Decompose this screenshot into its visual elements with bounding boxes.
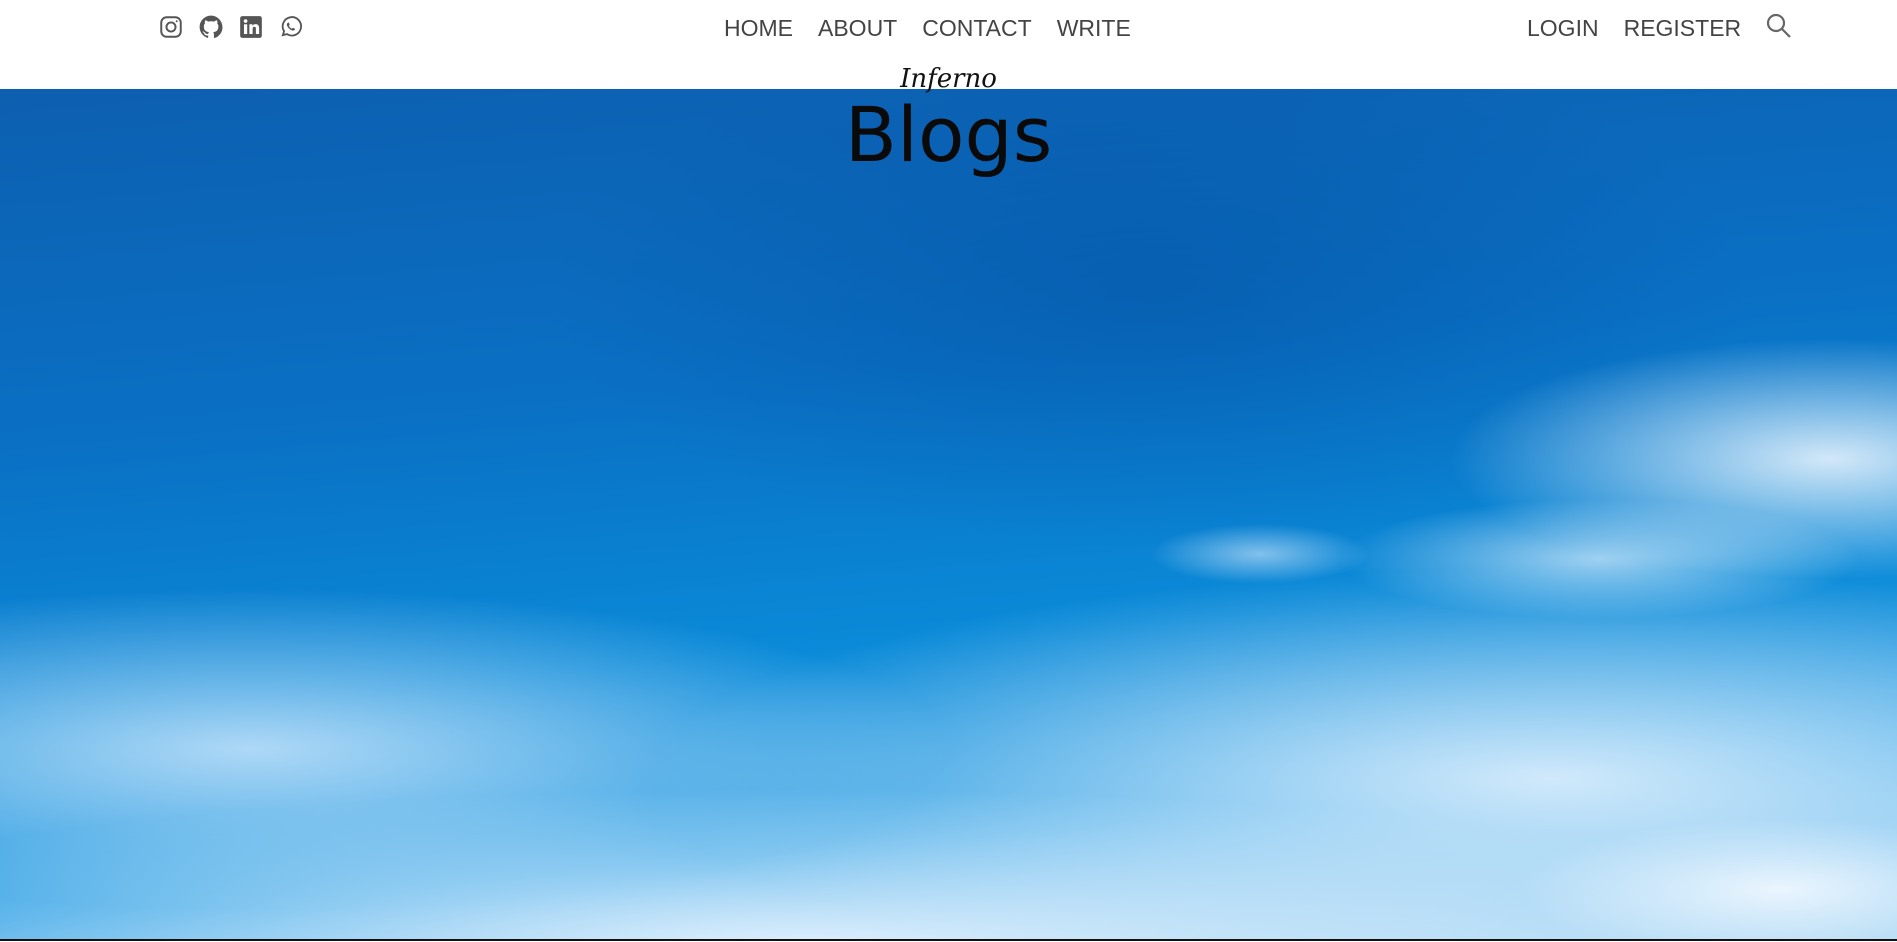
brand-header: Inferno Blogs — [0, 64, 1897, 178]
nav-about[interactable]: ABOUT — [818, 14, 897, 42]
login-link[interactable]: LOGIN — [1527, 14, 1599, 42]
github-icon[interactable] — [197, 13, 225, 41]
register-link[interactable]: REGISTER — [1624, 14, 1742, 42]
nav-home[interactable]: HOME — [724, 14, 793, 42]
main-nav: HOME ABOUT CONTACT WRITE — [724, 14, 1131, 42]
auth-nav: LOGIN REGISTER — [1527, 14, 1741, 42]
social-links — [157, 13, 305, 41]
instagram-icon[interactable] — [157, 13, 185, 41]
nav-contact[interactable]: CONTACT — [922, 14, 1031, 42]
nav-write[interactable]: WRITE — [1057, 14, 1131, 42]
page-title: Blogs — [844, 90, 1053, 179]
linkedin-icon[interactable] — [237, 13, 265, 41]
search-icon[interactable] — [1764, 11, 1794, 41]
whatsapp-icon[interactable] — [277, 13, 305, 41]
hero-sky-image — [0, 89, 1897, 941]
